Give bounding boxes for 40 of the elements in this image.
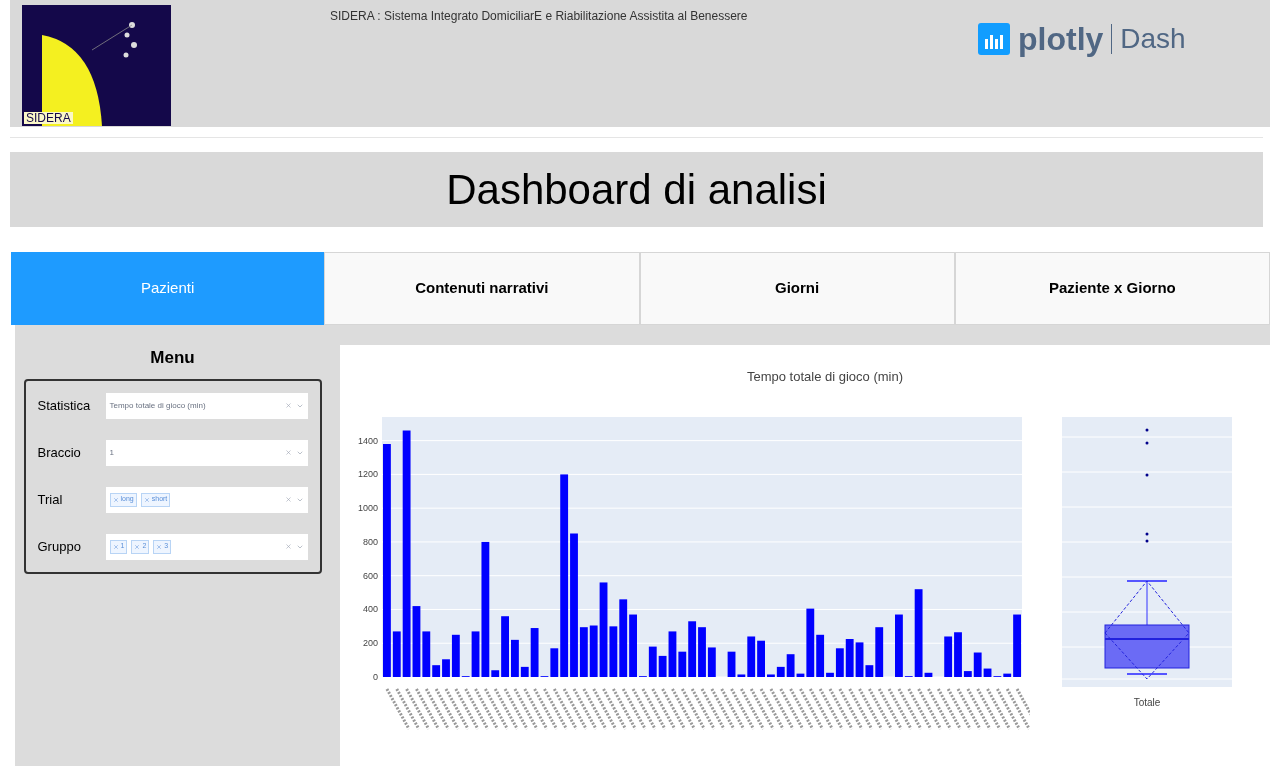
- remove-icon[interactable]: [112, 543, 119, 550]
- header-subtitle: SIDERA : Sistema Integrato DomiciliarE e Riabilitazione Assistita al Benessere: [330, 10, 749, 22]
- remove-icon[interactable]: [156, 543, 163, 550]
- y-tick-label: 200: [362, 637, 378, 648]
- y-tick-label: 1000: [357, 502, 378, 513]
- y-tick-label: 0: [373, 671, 378, 682]
- plotly-logo-icon: [978, 23, 1010, 55]
- category-label: Totale: [1133, 695, 1161, 710]
- clear-icon[interactable]: [284, 543, 292, 550]
- remove-icon[interactable]: [112, 496, 119, 503]
- y-tick-label: 600: [362, 570, 378, 581]
- clear-icon[interactable]: [284, 449, 292, 456]
- brand-name: plotly: [1018, 23, 1104, 55]
- bar: [845, 638, 854, 677]
- logo-text: SIDERA: [24, 112, 73, 124]
- dropdown-value: 1: [109, 446, 115, 459]
- y-tick-label: 800: [362, 536, 378, 547]
- remove-icon[interactable]: [143, 496, 150, 503]
- bar: [944, 636, 953, 677]
- tab[interactable]: Paziente x Giorno: [954, 252, 1270, 325]
- chart-title: Tempo totale di gioco (min): [746, 368, 904, 386]
- tab[interactable]: Contenuti narrativi: [324, 252, 640, 325]
- page-title: Dashboard di analisi: [446, 165, 827, 215]
- remove-icon[interactable]: [134, 543, 141, 550]
- y-tick-label: 1200: [357, 468, 378, 479]
- field-label: Gruppo: [37, 537, 82, 556]
- field-label: Trial: [37, 490, 64, 509]
- clear-icon[interactable]: [284, 496, 292, 503]
- dropdown-value: Tempo totale di gioco (min): [109, 399, 207, 412]
- tab[interactable]: Pazienti: [11, 252, 325, 325]
- dropdown-field[interactable]: Tempo totale di gioco (min): [105, 392, 308, 419]
- menu-title: Menu: [150, 347, 195, 369]
- field-label: Braccio: [37, 443, 82, 462]
- y-tick-label: 400: [362, 603, 378, 614]
- field-label: Statistica: [37, 396, 92, 415]
- brand-suffix: Dash: [1120, 25, 1186, 53]
- tab[interactable]: Giorni: [639, 252, 955, 325]
- clear-icon[interactable]: [284, 402, 292, 409]
- y-tick-label: 1400: [357, 435, 378, 446]
- dropdown-field[interactable]: 1: [105, 439, 308, 466]
